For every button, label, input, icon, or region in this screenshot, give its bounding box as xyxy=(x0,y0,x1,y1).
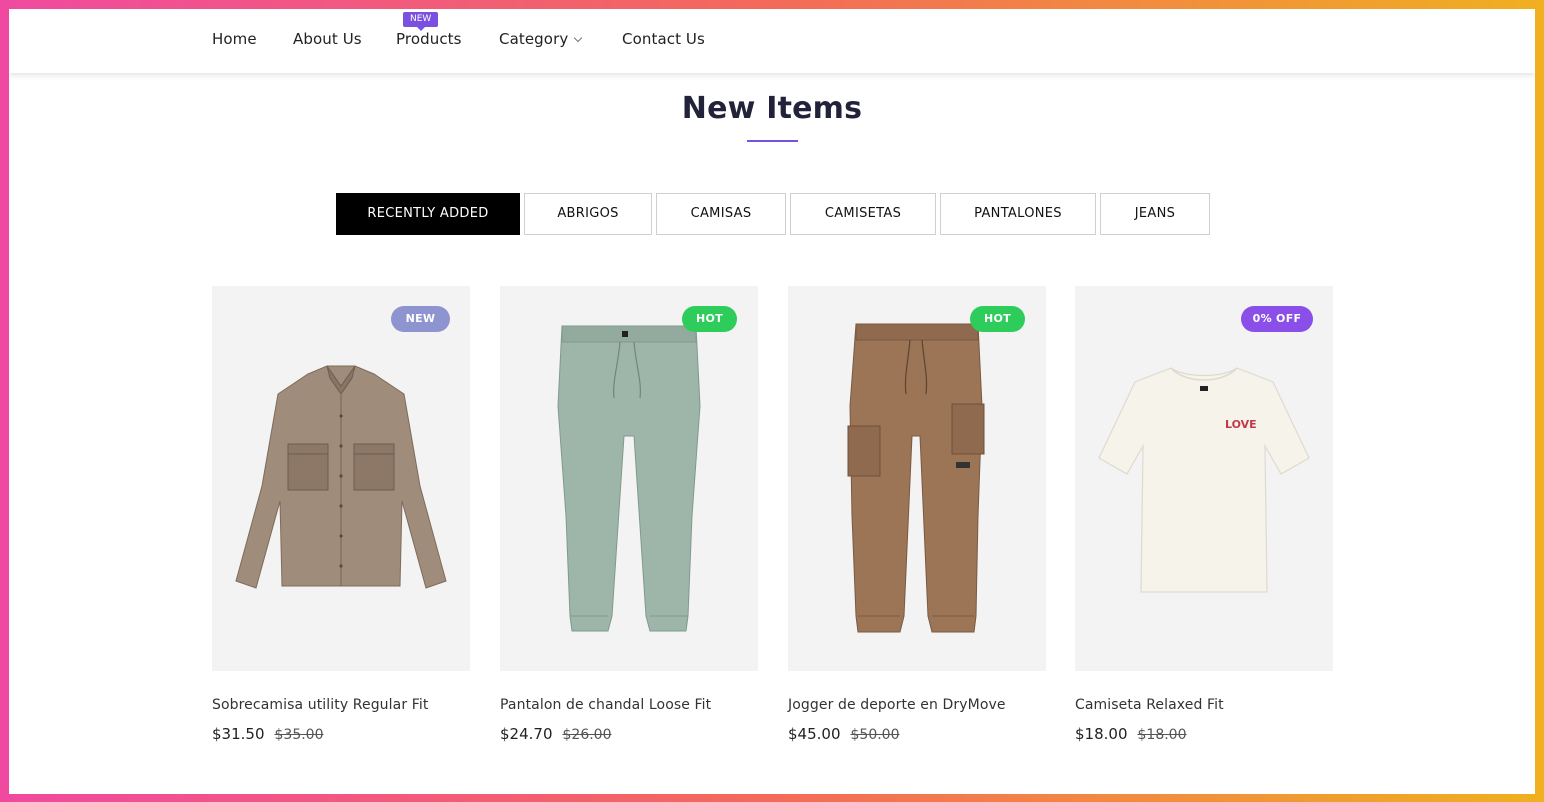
pants-icon xyxy=(557,325,701,632)
product-image[interactable]: NEW xyxy=(212,286,470,671)
tab-recently-added[interactable]: RECENTLY ADDED xyxy=(336,193,520,235)
page-frame: Home About Us NEW Products Category Cont… xyxy=(9,9,1535,794)
product-price: $31.50 xyxy=(212,725,265,743)
love-print: LOVE xyxy=(1225,418,1257,431)
badge-hot: HOT xyxy=(682,306,737,332)
badge-discount: 0% OFF xyxy=(1241,306,1313,332)
nav-about-us[interactable]: About Us xyxy=(293,30,362,48)
product-image[interactable]: LOVE 0% OFF xyxy=(1075,286,1333,671)
price-row: $31.50 $35.00 xyxy=(212,725,470,743)
shirt-icon xyxy=(235,365,447,589)
tab-camisas[interactable]: CAMISAS xyxy=(656,193,786,235)
product-old-price: $50.00 xyxy=(850,727,900,743)
product-name[interactable]: Camiseta Relaxed Fit xyxy=(1075,697,1333,713)
product-old-price: $35.00 xyxy=(274,727,324,743)
section-title: New Items xyxy=(681,91,863,126)
title-underline xyxy=(747,140,798,142)
chevron-down-icon xyxy=(574,33,583,43)
product-old-price: $18.00 xyxy=(1137,727,1187,743)
product-price: $45.00 xyxy=(788,725,841,743)
product-image[interactable]: HOT xyxy=(500,286,758,671)
tab-abrigos[interactable]: ABRIGOS xyxy=(524,193,652,235)
product-image[interactable]: HOT xyxy=(788,286,1046,671)
badge-hot: HOT xyxy=(970,306,1025,332)
product-card[interactable]: NEW Sobrecamisa utility Regular Fit $31.… xyxy=(212,286,470,743)
nav-home[interactable]: Home xyxy=(212,30,257,48)
tab-jeans[interactable]: JEANS xyxy=(1100,193,1210,235)
price-row: $45.00 $50.00 xyxy=(788,725,1046,743)
product-price: $24.70 xyxy=(500,725,553,743)
price-row: $24.70 $26.00 xyxy=(500,725,758,743)
product-name[interactable]: Jogger de deporte en DryMove xyxy=(788,697,1046,713)
nav-category-label: Category xyxy=(499,30,569,48)
nav-products[interactable]: Products xyxy=(396,30,462,48)
tab-pantalones[interactable]: PANTALONES xyxy=(940,193,1096,235)
product-name[interactable]: Sobrecamisa utility Regular Fit xyxy=(212,697,470,713)
price-row: $18.00 $18.00 xyxy=(1075,725,1333,743)
nav-contact-us[interactable]: Contact Us xyxy=(622,30,705,48)
tab-camisetas[interactable]: CAMISETAS xyxy=(790,193,936,235)
badge-new: NEW xyxy=(391,306,450,332)
product-card[interactable]: LOVE 0% OFF Camiseta Relaxed Fit $18.00 $… xyxy=(1075,286,1333,743)
top-navbar: Home About Us NEW Products Category Cont… xyxy=(9,9,1535,73)
product-old-price: $26.00 xyxy=(562,727,612,743)
tshirt-icon: LOVE xyxy=(1098,367,1310,593)
products-new-badge: NEW xyxy=(403,12,439,31)
product-name[interactable]: Pantalon de chandal Loose Fit xyxy=(500,697,758,713)
nav-category[interactable]: Category xyxy=(499,30,583,48)
product-card[interactable]: HOT Pantalon de chandal Loose Fit $24.70… xyxy=(500,286,758,743)
product-card[interactable]: HOT Jogger de deporte en DryMove $45.00 $… xyxy=(788,286,1046,743)
cargo-pants-icon xyxy=(847,323,985,633)
product-price: $18.00 xyxy=(1075,725,1128,743)
